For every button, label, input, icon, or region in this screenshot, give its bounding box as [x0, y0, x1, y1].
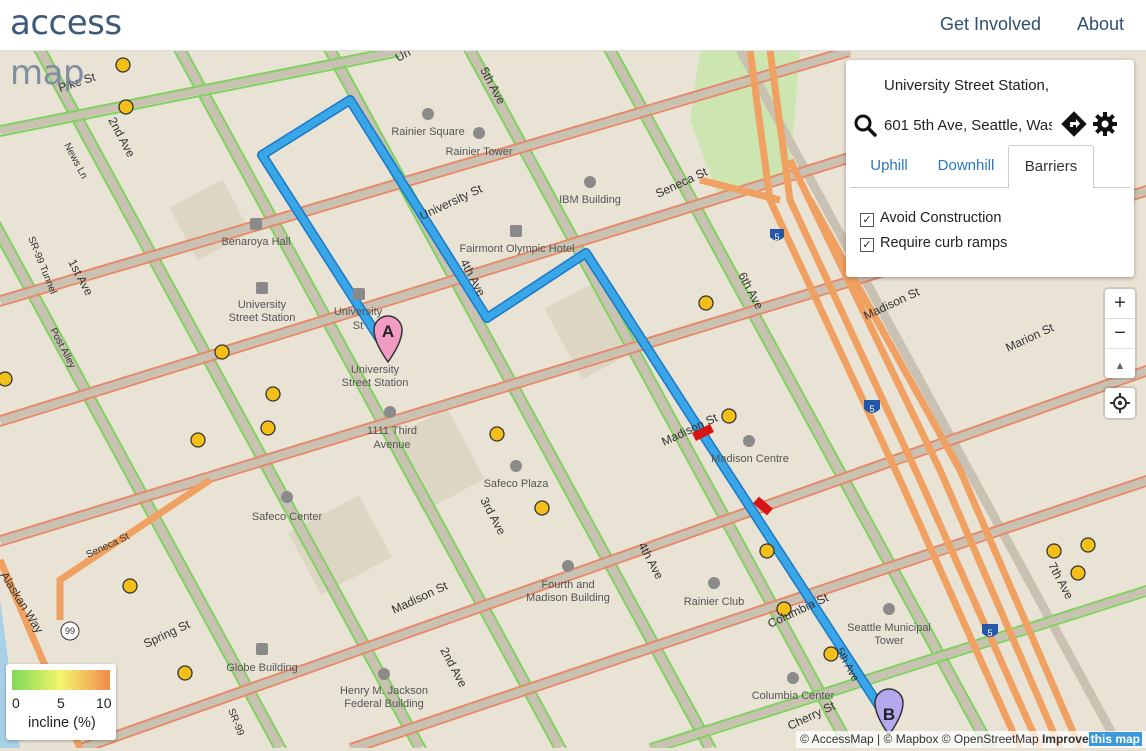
logo-a: a — [10, 3, 31, 43]
accessmap-logo[interactable]: access map — [10, 3, 122, 93]
nav-about[interactable]: About — [1077, 14, 1124, 35]
logo-ccess: ccess — [30, 3, 122, 43]
app-header: access map Get Involved About — [0, 0, 1146, 93]
nav-get-involved[interactable]: Get Involved — [940, 14, 1041, 35]
logo-map: map — [10, 53, 85, 93]
